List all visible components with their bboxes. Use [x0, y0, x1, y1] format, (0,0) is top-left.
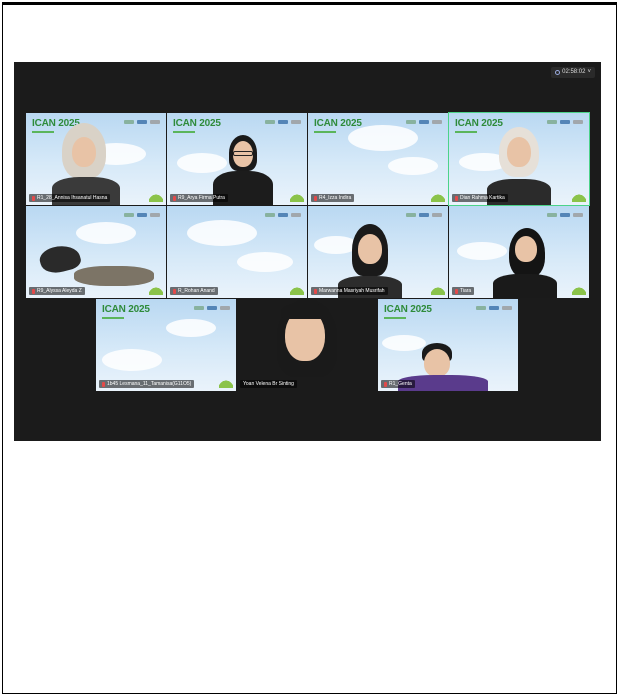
participant-tile[interactable]: ICAN 2025 R4_Izza Indira	[308, 113, 448, 205]
mic-muted-icon	[314, 195, 317, 201]
sponsor-logos	[547, 120, 583, 124]
participant-tile-active-speaker[interactable]: ICAN 2025 Dian Rahma Kartika	[448, 112, 590, 206]
participant-tile[interactable]: Tiara	[449, 206, 589, 298]
chevron-down-icon: ˅	[587, 69, 591, 75]
participant-tile[interactable]: Yoan Velena Br Sinting	[237, 299, 377, 391]
sponsor-logos	[406, 120, 442, 124]
mic-muted-icon	[32, 288, 35, 294]
sponsor-logos	[265, 120, 301, 124]
event-logo: ICAN 2025	[384, 305, 432, 319]
participant-name: Marwanna Masriyah Musrifah	[311, 287, 388, 295]
sponsor-logos	[124, 213, 160, 217]
participant-name: R1_28_Annisa Ihsanatul Hasna	[29, 194, 111, 202]
top-rule	[3, 3, 616, 5]
participant-name: R9_Alyssa Aleyda Z	[29, 287, 85, 295]
mic-muted-icon	[173, 195, 176, 201]
clock-icon	[555, 70, 561, 75]
mic-muted-icon	[455, 288, 458, 294]
sponsor-logos	[194, 306, 230, 310]
participant-name: R9_Arya Firma Putra	[170, 194, 228, 202]
participant-tile[interactable]: R_Rohan Anand	[167, 206, 307, 298]
participant-name: 1b45 Lesmana_11_Tamanisa(G11O5)	[99, 380, 195, 388]
mic-muted-icon	[314, 288, 317, 294]
event-logo: ICAN 2025	[102, 305, 150, 319]
mic-muted-icon	[384, 381, 387, 387]
meeting-timer[interactable]: 02:58:02 ˅	[551, 67, 595, 78]
participant-tile[interactable]: ICAN 2025 R9_Arya Firma Putra	[167, 113, 307, 205]
participant-tile[interactable]: Marwanna Masriyah Musrifah	[308, 206, 448, 298]
participant-name: R4_Izza Indira	[311, 194, 355, 202]
participant-tile[interactable]: ICAN 2025 1b45 Lesmana_11_Tamanisa(G11O5…	[96, 299, 236, 391]
participant-tile[interactable]: ICAN 2025 R1_28_Annisa Ihsanatul Hasna	[26, 113, 166, 205]
participant-name: Dian Rahma Kartika	[452, 194, 508, 202]
participant-name: R1_Genta	[381, 380, 415, 388]
video-meeting-gallery: 02:58:02 ˅ ICAN 2025 R1_28_Annisa Ihsana…	[14, 62, 601, 441]
mic-muted-icon	[102, 381, 105, 387]
mic-muted-icon	[173, 288, 176, 294]
timer-text: 02:58:02	[562, 69, 586, 75]
event-logo: ICAN 2025	[455, 119, 503, 133]
sponsor-logos	[476, 306, 512, 310]
participant-name: Yoan Velena Br Sinting	[240, 380, 297, 388]
participant-name: R_Rohan Anand	[170, 287, 218, 295]
sponsor-logos	[547, 213, 583, 217]
event-logo: ICAN 2025	[314, 119, 362, 133]
mic-muted-icon	[455, 195, 458, 201]
mic-muted-icon	[32, 195, 35, 201]
participant-tile[interactable]: ICAN 2025 R1_Genta	[378, 299, 518, 391]
sponsor-logos	[265, 213, 301, 217]
participant-name: Tiara	[452, 287, 475, 295]
participant-tile[interactable]: R9_Alyssa Aleyda Z	[26, 206, 166, 298]
sponsor-logos	[406, 213, 442, 217]
event-logo: ICAN 2025	[173, 119, 221, 133]
sponsor-logos	[124, 120, 160, 124]
